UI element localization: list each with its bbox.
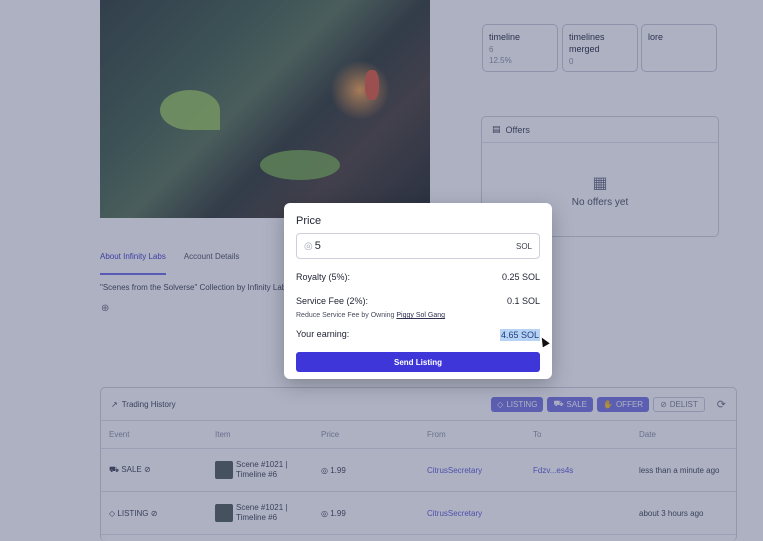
modal-title: Price (296, 215, 322, 227)
price-input[interactable]: ◎ 5 SOL (296, 233, 540, 259)
price-unit: SOL (515, 241, 532, 251)
service-fee-note: Reduce Service Fee by Owning Piggy Sol G… (296, 312, 540, 319)
service-fee-note-text: Reduce Service Fee by Owning (296, 312, 395, 319)
service-fee-value: 0.1 SOL (506, 296, 540, 306)
price-input-value[interactable]: 5 (315, 240, 516, 252)
listing-modal: Price ◎ 5 SOL Royalty (5%): 0.25 SOL Ser… (284, 203, 552, 379)
earning-row: Your earning: 4.65 SOL (296, 329, 540, 341)
solana-icon: ◎ (304, 240, 313, 252)
earning-label: Your earning: (296, 329, 350, 339)
royalty-value: 0.25 SOL (501, 272, 540, 282)
earning-value: 4.65 SOL (499, 329, 540, 341)
service-fee-label: Service Fee (2%): (296, 296, 369, 306)
service-fee-row: Service Fee (2%): 0.1 SOL (296, 296, 540, 306)
royalty-row: Royalty (5%): 0.25 SOL (296, 272, 540, 282)
mouse-cursor-icon (538, 335, 550, 348)
send-listing-button[interactable]: Send Listing (296, 352, 540, 372)
royalty-label: Royalty (5%): (296, 272, 351, 282)
piggy-sol-gang-link[interactable]: Piggy Sol Gang (396, 312, 445, 319)
